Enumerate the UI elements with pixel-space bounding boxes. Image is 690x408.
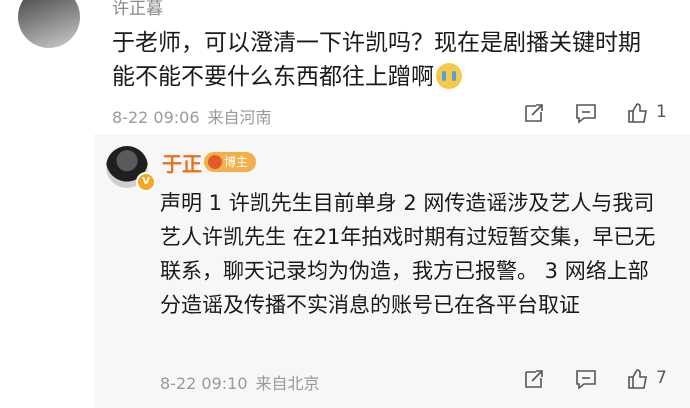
comment-icon[interactable] (574, 101, 598, 125)
share-icon[interactable] (522, 101, 546, 125)
comment-body: 于老师，可以澄清一下许凯吗？现在是剧播关键时期能不能不要什么东西都往上蹭啊 (112, 30, 641, 90)
reply-text: 声明 1 许凯先生目前单身 2 网传造谣涉及艺人与我司艺人许凯先生 在21年拍戏… (160, 191, 656, 317)
verified-badge-icon: V (136, 172, 156, 192)
comment-username[interactable]: 许正暮 (112, 0, 163, 19)
share-icon[interactable] (522, 367, 546, 391)
like-icon[interactable] (626, 367, 650, 391)
reply-username[interactable]: 于正 (162, 148, 202, 177)
comment-actions: 1 (0, 101, 690, 125)
like-count: 1 (656, 102, 667, 122)
comment-icon[interactable] (574, 367, 598, 391)
avatar[interactable] (18, 0, 80, 48)
cry-icon (436, 63, 462, 89)
comment-text: 于老师，可以澄清一下许凯吗？现在是剧播关键时期能不能不要什么东西都往上蹭啊 (112, 26, 652, 94)
blogger-badge: 博主 (204, 152, 257, 172)
reply-actions: 7 (0, 367, 690, 391)
like-count: 7 (656, 368, 667, 388)
like-icon[interactable] (626, 101, 650, 125)
